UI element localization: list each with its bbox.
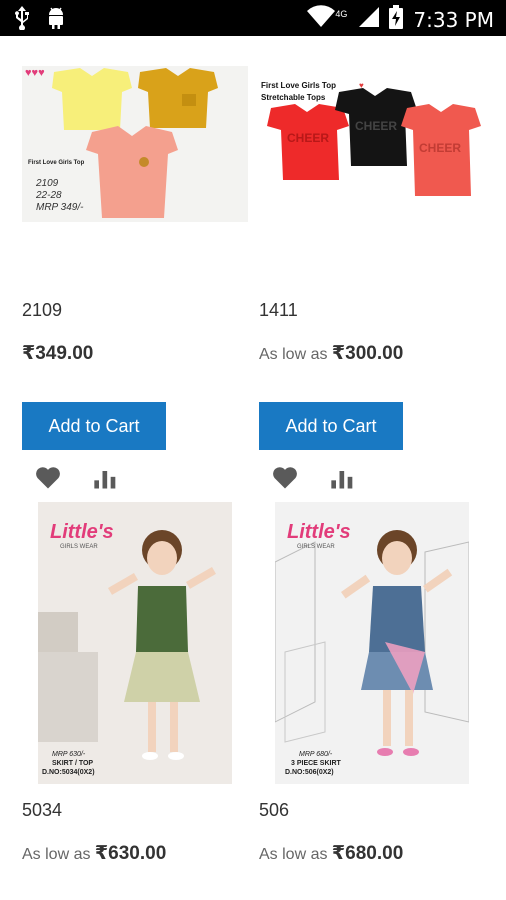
product-card[interactable]: Little's GIRLS WEAR MRP 630/- SKIRT / TO… — [22, 496, 248, 900]
svg-text:♥♥♥: ♥♥♥ — [25, 67, 45, 79]
svg-text:GIRLS WEAR: GIRLS WEAR — [60, 544, 98, 550]
product-price: ₹680.00 — [331, 843, 404, 864]
svg-text:CHEER: CHEER — [287, 131, 329, 145]
price-row: As low as ₹630.00 — [22, 842, 166, 865]
product-name[interactable]: 2109 — [22, 300, 62, 321]
svg-text:CHEER: CHEER — [355, 119, 397, 133]
svg-text:D.NO:5034(0X2): D.NO:5034(0X2) — [42, 769, 95, 776]
brand-logo: Little's — [50, 521, 114, 543]
product-name[interactable]: 1411 — [259, 300, 298, 321]
product-actions — [34, 464, 120, 492]
svg-text:22-28: 22-28 — [35, 190, 62, 201]
price-row: As low as ₹680.00 — [259, 842, 403, 865]
price-label: As low as — [259, 346, 328, 363]
product-image[interactable]: Little's GIRLS WEAR MRP 680/- 3 PIECE SK… — [275, 502, 469, 784]
product-price: ₹349.00 — [22, 343, 94, 364]
shirt-mustard — [138, 68, 218, 128]
status-bar: 4G 7:33 PM — [0, 0, 506, 36]
product-image[interactable]: Little's GIRLS WEAR MRP 630/- SKIRT / TO… — [38, 502, 232, 784]
price-label: As low as — [259, 846, 328, 863]
clock: 7:33 PM — [413, 7, 494, 32]
svg-text:2109: 2109 — [35, 178, 59, 189]
android-icon — [46, 6, 66, 35]
signal-icon — [357, 5, 380, 34]
svg-text:3 PIECE SKIRT: 3 PIECE SKIRT — [291, 760, 342, 767]
usb-icon — [14, 6, 30, 35]
image-caption-2: Stretchable Tops — [261, 93, 326, 102]
product-name[interactable]: 506 — [259, 800, 289, 821]
add-to-cart-button[interactable]: Add to Cart — [22, 402, 166, 450]
product-card[interactable]: Little's GIRLS WEAR MRP 680/- 3 PIECE SK… — [259, 496, 485, 900]
product-image[interactable]: First Love Girls Top ♥ Stretchable Tops … — [259, 74, 485, 210]
svg-text:MRP 349/-: MRP 349/- — [36, 202, 84, 213]
shirt-coral: CHEER — [401, 104, 481, 196]
price-row: ₹349.00 — [22, 342, 93, 365]
price-label: As low as — [22, 846, 91, 863]
svg-text:MRP 680/-: MRP 680/- — [299, 751, 333, 758]
add-to-cart-button[interactable]: Add to Cart — [259, 402, 403, 450]
price-row: As low as ₹300.00 — [259, 342, 403, 365]
wishlist-heart-icon[interactable] — [34, 464, 62, 492]
product-price: ₹630.00 — [94, 843, 167, 864]
svg-text:MRP 630/-: MRP 630/- — [52, 751, 86, 758]
svg-text:CHEER: CHEER — [419, 141, 461, 155]
image-caption: First Love Girls Top — [261, 81, 336, 90]
image-caption: First Love Girls Top — [28, 160, 85, 166]
wishlist-heart-icon[interactable] — [271, 464, 299, 492]
shirt-red: CHEER — [267, 104, 349, 180]
product-image[interactable]: ♥♥♥ First Love Girls Top 2109 22-28 MRP … — [22, 66, 248, 222]
battery-charging-icon — [389, 5, 404, 34]
compare-chart-icon[interactable] — [329, 464, 357, 492]
product-price: ₹300.00 — [331, 343, 404, 364]
compare-chart-icon[interactable] — [92, 464, 120, 492]
wifi-icon — [307, 5, 336, 34]
svg-text:D.NO:506(0X2): D.NO:506(0X2) — [285, 769, 334, 776]
svg-text:SKIRT / TOP: SKIRT / TOP — [52, 760, 93, 767]
product-actions — [271, 464, 357, 492]
brand-logo: Little's — [287, 521, 351, 543]
shirt-yellow — [52, 68, 132, 130]
shirt-peach — [86, 126, 178, 218]
product-card[interactable]: ♥♥♥ First Love Girls Top 2109 22-28 MRP … — [22, 36, 248, 496]
svg-text:GIRLS WEAR: GIRLS WEAR — [297, 544, 335, 550]
network-label: 4G — [335, 8, 348, 19]
product-card[interactable]: First Love Girls Top ♥ Stretchable Tops … — [259, 36, 485, 496]
product-name[interactable]: 5034 — [22, 800, 62, 821]
